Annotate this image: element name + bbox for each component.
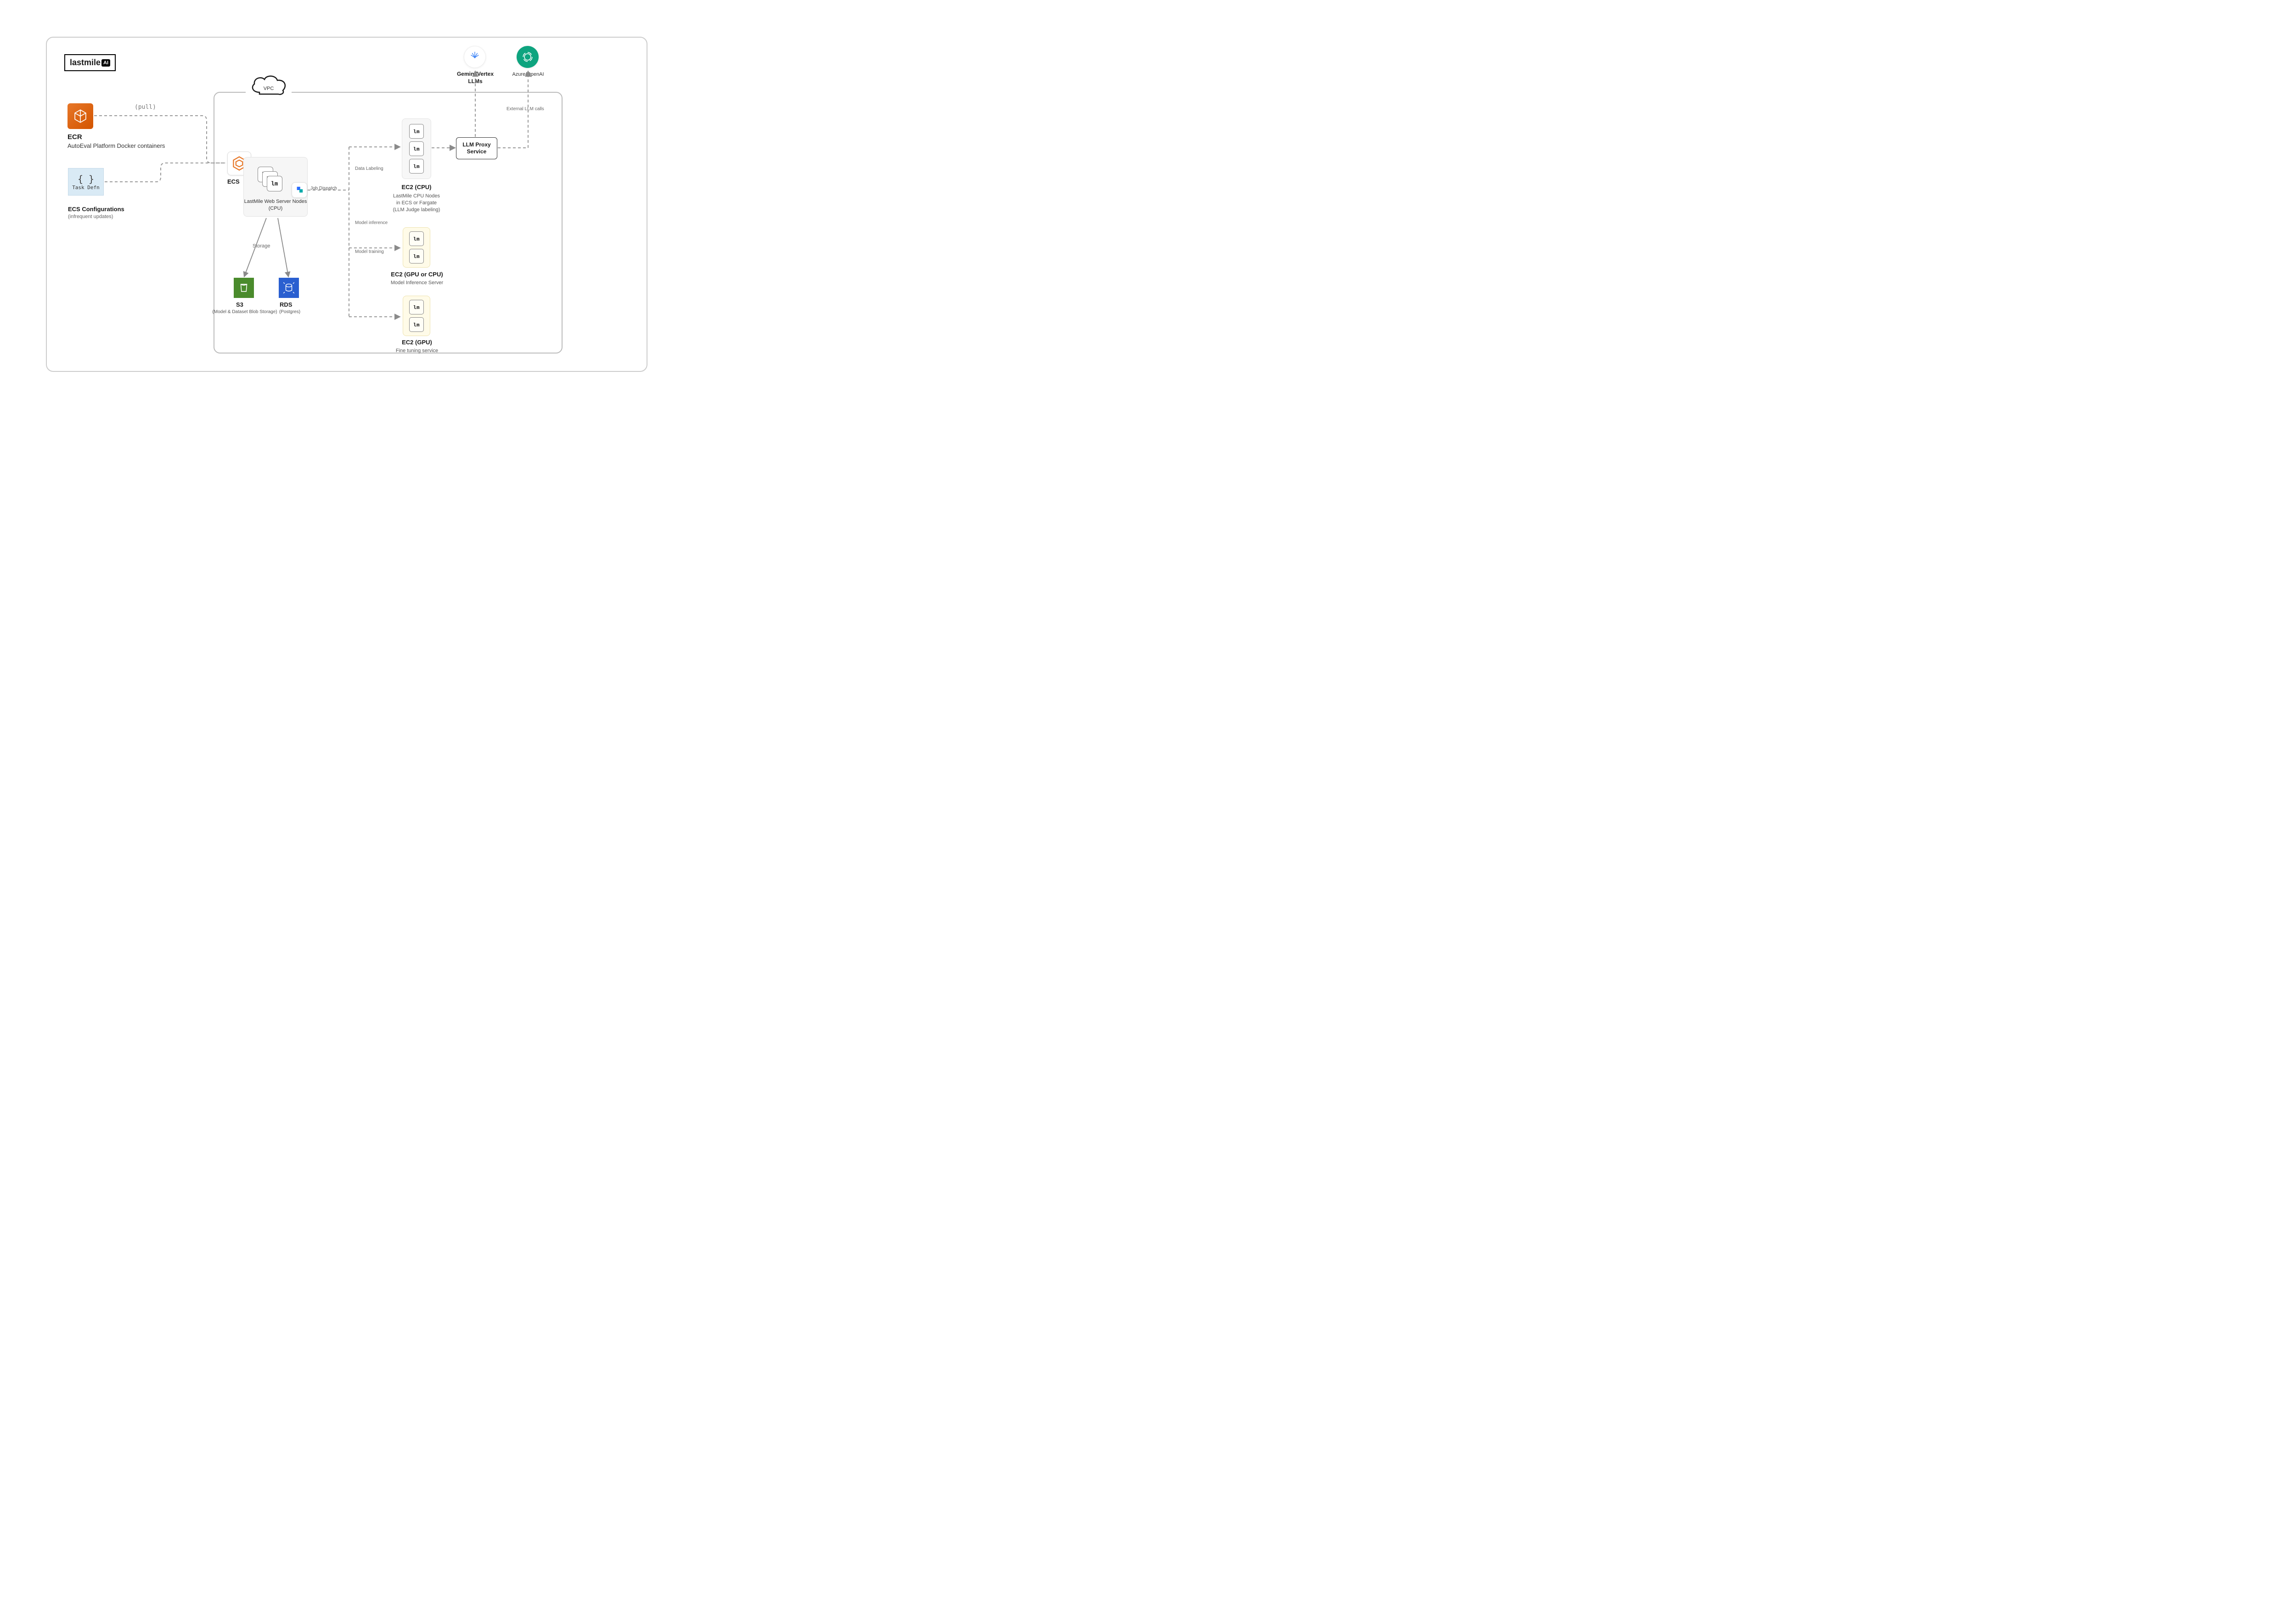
rds-title: RDS: [280, 301, 292, 308]
llm-proxy-box: LLM Proxy Service: [456, 137, 497, 159]
web-server-chip-stack: lm lm lm: [258, 167, 273, 182]
task-defn-caption: Task Defn: [72, 185, 100, 191]
data-labeling-label: Data Labeling: [354, 166, 385, 171]
chip-icon: lm: [409, 124, 424, 139]
ec2-cpu-panel: lm lm lm: [402, 118, 431, 179]
model-training-label: Model training: [354, 249, 385, 254]
job-dispatch-label: Job Dispatch: [310, 186, 337, 191]
rds-subtitle: (Postgres): [274, 309, 306, 314]
prefect-icon: [292, 182, 307, 198]
s3-title: S3: [236, 301, 243, 308]
s3-icon: [234, 278, 254, 298]
ec2-gpu-title: EC2 (GPU): [389, 339, 445, 346]
cloud-icon: VPC: [246, 72, 292, 100]
ecr-title: ECR: [68, 133, 82, 141]
chip-icon: lm: [409, 141, 424, 156]
chip-icon: lm: [409, 249, 424, 264]
ec2-gpu-cpu-title: EC2 (GPU or CPU): [385, 271, 449, 278]
ec2-gpu-subtitle: Fine tuning service: [389, 348, 445, 354]
braces-icon: { }: [78, 174, 94, 185]
ec2-gpu-cpu-panel: lm lm: [403, 227, 430, 268]
lastmile-logo: lastmile AI: [64, 54, 116, 71]
web-server-label: LastMile Web Server Nodes (CPU): [244, 198, 307, 212]
logo-ai-badge: AI: [101, 59, 110, 67]
ec2-gpu-cpu-subtitle: Model Inference Server: [385, 280, 449, 286]
task-definition-icon: { } Task Defn: [68, 168, 104, 196]
model-inference-label: Model inference: [354, 220, 389, 225]
gemini-vertex-icon: [464, 46, 486, 68]
chip-icon: lm: [267, 176, 282, 191]
ecs-config-subtitle: (infrequent updates): [68, 214, 113, 219]
vpc-label: VPC: [246, 86, 292, 91]
ec2-cpu-subtitle: LastMile CPU Nodes in ECS or Fargate (LL…: [382, 193, 451, 213]
openai-icon: [517, 46, 539, 68]
ecs-config-title: ECS Configurations: [68, 206, 124, 213]
pull-label: (pull): [133, 104, 158, 111]
chip-icon: lm: [409, 300, 424, 314]
logo-brand-text: lastmile: [70, 58, 101, 67]
ec2-cpu-title: EC2 (CPU): [391, 184, 442, 191]
ecr-subtitle: AutoEval Platform Docker containers: [68, 142, 165, 149]
ecs-label: ECS: [227, 178, 240, 185]
chip-icon: lm: [409, 231, 424, 246]
s3-subtitle: (Model & Dataset Blob Storage): [210, 309, 279, 314]
storage-label: Storage: [251, 243, 272, 249]
chip-icon: lm: [409, 317, 424, 332]
gemini-label: Gemini/Vertex LLMs: [450, 71, 501, 85]
openai-label: Azure/OpenAI: [505, 72, 551, 77]
external-llm-label: External LLM calls: [505, 107, 546, 112]
ecr-icon: [68, 103, 93, 129]
rds-icon: [279, 278, 299, 298]
ec2-gpu-panel: lm lm: [403, 296, 430, 336]
chip-icon: lm: [409, 159, 424, 174]
